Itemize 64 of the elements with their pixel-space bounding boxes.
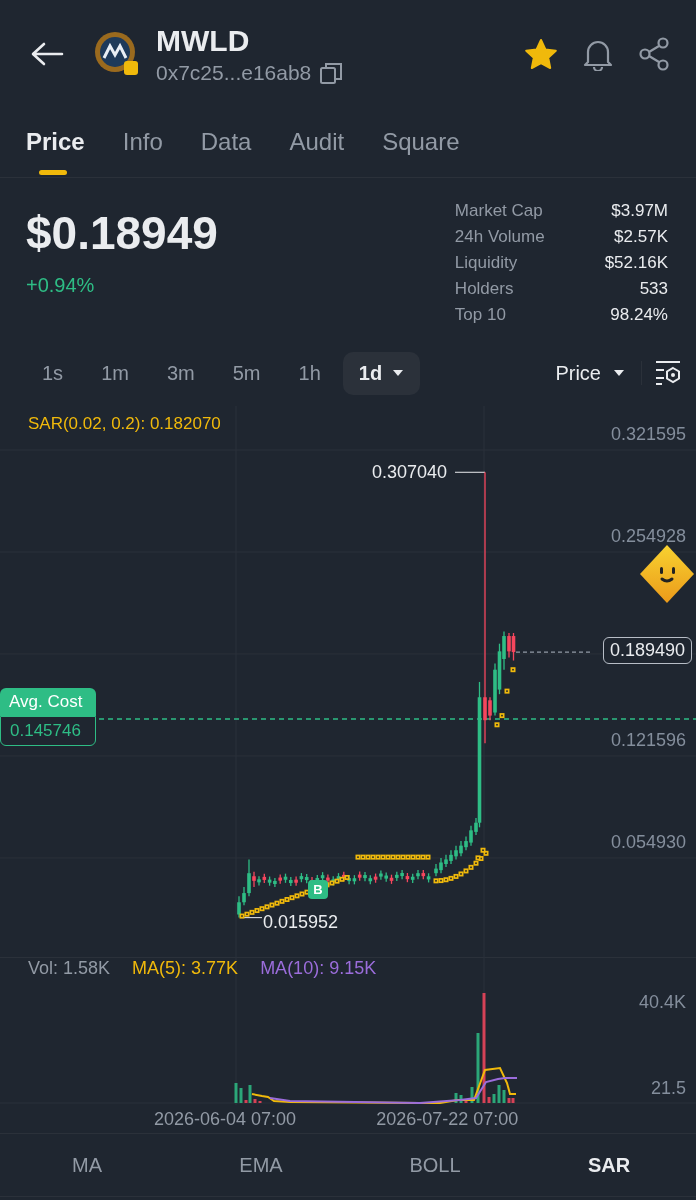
- tab[interactable]: Audit: [289, 108, 345, 177]
- contract-address: 0x7c25...e16ab8: [156, 61, 312, 85]
- star-icon[interactable]: [524, 38, 558, 70]
- sar-indicator-label: SAR(0.02, 0.2): 0.182070: [28, 414, 221, 434]
- sar-dot: [494, 722, 500, 728]
- interval-tab[interactable]: 1s: [26, 351, 80, 395]
- buy-marker: B: [308, 880, 328, 899]
- smiley-icon[interactable]: [638, 543, 696, 605]
- chart-mode-dropdown[interactable]: Price: [547, 353, 633, 393]
- leader-line: [454, 471, 486, 473]
- current-price: $0.18949: [26, 206, 218, 260]
- stat-label: Liquidity: [454, 252, 519, 274]
- stat-value: 98.24%: [609, 304, 668, 326]
- stat-value: $2.57K: [613, 226, 668, 248]
- price-axis-label: 0.054930: [610, 832, 686, 853]
- stat-value: 533: [638, 278, 668, 300]
- stat-value: $3.97M: [610, 200, 668, 222]
- tab[interactable]: Info: [122, 108, 163, 177]
- price-axis-label: 0.321595: [610, 424, 686, 445]
- indicator-tab[interactable]: EMA: [174, 1153, 348, 1177]
- volume-axis-label: 40.4K: [638, 992, 686, 1013]
- interval-tab[interactable]: 1h: [282, 351, 337, 395]
- caret-icon: [392, 369, 405, 377]
- avg-cost-value: 0.145746: [0, 716, 96, 746]
- avg-cost-label: Avg. Cost: [0, 688, 96, 716]
- last-price-tag: 0.189490: [602, 637, 692, 665]
- volume-axis-label: 21.5: [650, 1078, 686, 1099]
- date-label: 2026-07-22 07:00: [376, 1108, 519, 1130]
- copy-icon[interactable]: [319, 61, 344, 85]
- date-label: 2026-06-04 07:00: [154, 1108, 297, 1130]
- indicator-tab[interactable]: SAR: [522, 1153, 696, 1177]
- sar-dot: [504, 688, 510, 694]
- ma5-label: MA(5): 3.77K: [132, 958, 239, 979]
- chart-settings-icon[interactable]: [654, 360, 682, 386]
- interval-tab[interactable]: 1d: [342, 351, 421, 395]
- indicator-tab[interactable]: BOLL: [348, 1153, 522, 1177]
- volume-bar: [470, 1087, 474, 1103]
- token-symbol: MWLD: [156, 23, 251, 59]
- interval-tab[interactable]: 5m: [216, 351, 277, 395]
- volume-label: Vol: 1.58K: [28, 958, 111, 979]
- price-axis-label: 0.254928: [610, 526, 686, 547]
- tab[interactable]: Square: [382, 108, 460, 177]
- price-change: +0.94%: [26, 274, 96, 297]
- low-price-label: 0.015952: [263, 911, 339, 932]
- token-logo-icon: [94, 31, 140, 77]
- indicator-tab[interactable]: MA: [0, 1153, 174, 1177]
- stat-value: $52.16K: [604, 252, 668, 274]
- stat-label: Top 10: [454, 304, 507, 326]
- ma10-label: MA(10): 9.15K: [260, 958, 377, 979]
- stat-label: 24h Volume: [454, 226, 545, 248]
- stat-label: Market Cap: [454, 200, 544, 222]
- tab[interactable]: Price: [26, 108, 85, 177]
- interval-tab[interactable]: 3m: [150, 351, 211, 395]
- caret-icon: [613, 369, 625, 377]
- tab[interactable]: Data: [200, 108, 252, 177]
- high-price-label: 0.307040: [372, 461, 448, 485]
- stat-label: Holders: [454, 278, 515, 300]
- back-arrow-icon[interactable]: [30, 42, 64, 66]
- price-axis-label: 0.121596: [610, 730, 686, 751]
- sar-dot: [499, 713, 505, 719]
- interval-tab[interactable]: 1m: [85, 351, 145, 395]
- sar-dot: [510, 667, 516, 673]
- volume-bar: [476, 1033, 480, 1103]
- share-icon[interactable]: [638, 37, 670, 71]
